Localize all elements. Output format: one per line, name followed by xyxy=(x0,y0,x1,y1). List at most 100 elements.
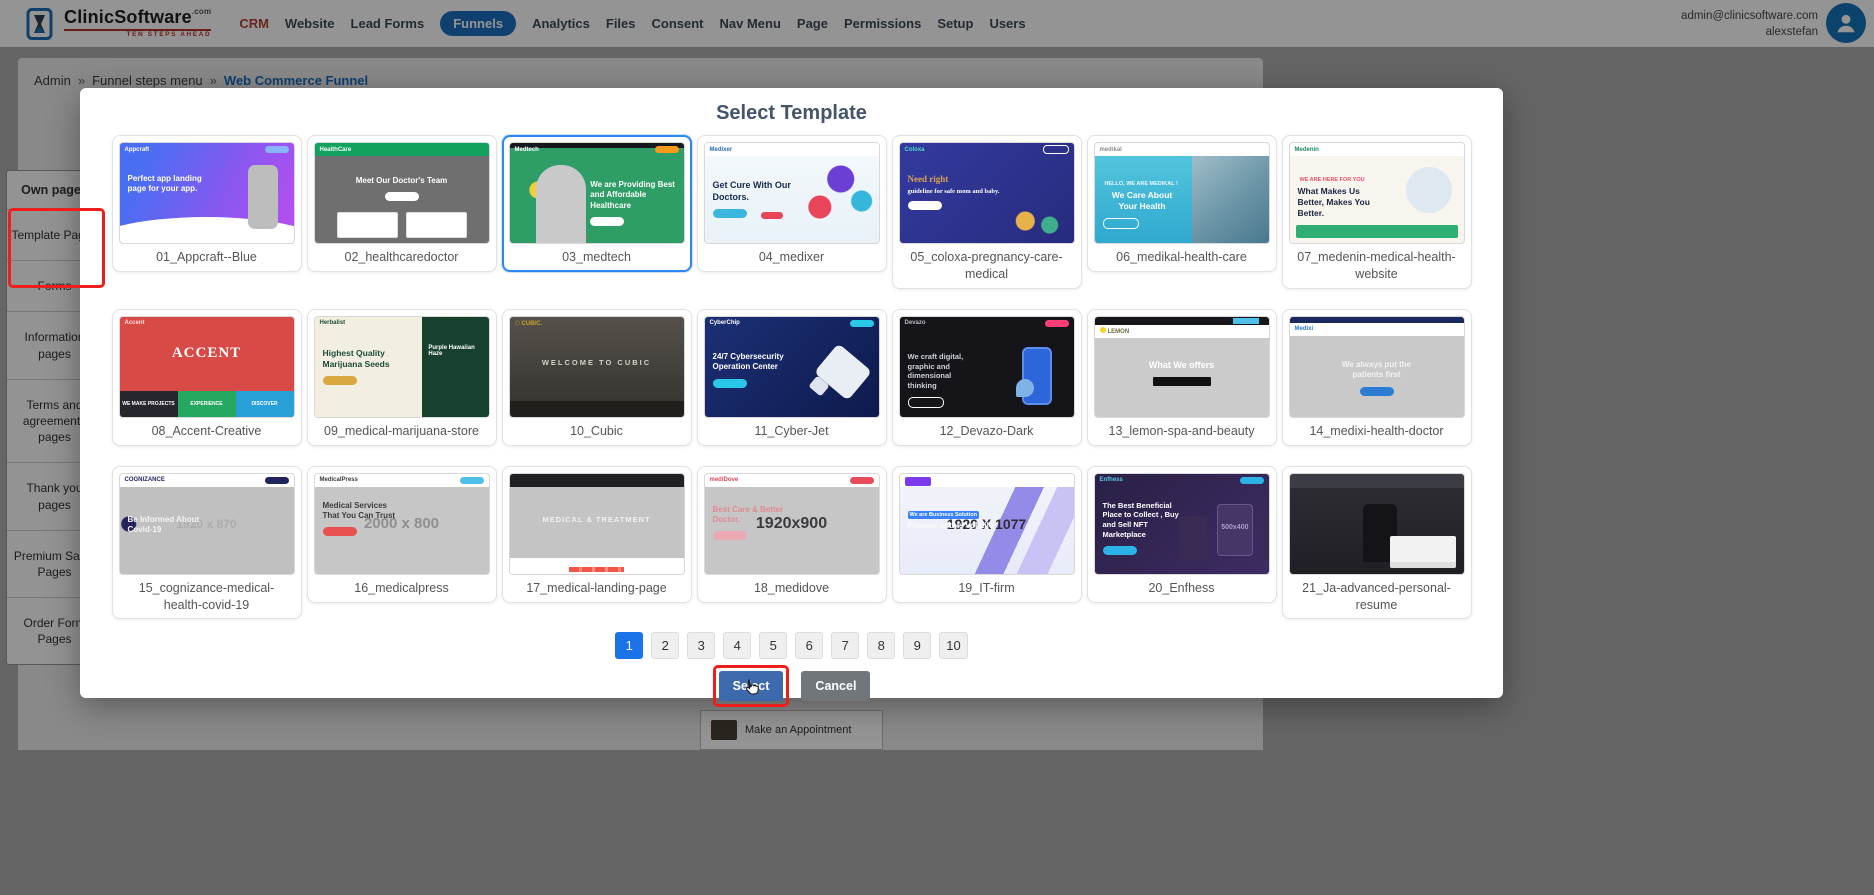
template-thumbnail: Medixi We always put the patients first xyxy=(1289,316,1465,418)
page-button-6[interactable]: 6 xyxy=(795,632,823,659)
cancel-button[interactable]: Cancel xyxy=(801,671,870,701)
page-button-2[interactable]: 2 xyxy=(651,632,679,659)
template-thumbnail: Appcraft Perfect app landing page for yo… xyxy=(119,142,295,244)
template-name: 05_coloxa-pregnancy-care-medical xyxy=(899,244,1075,286)
thumb-logo: medikal xyxy=(1100,147,1122,153)
template-name: 12_Devazo-Dark xyxy=(899,418,1075,443)
thumb-navbar: Devazo xyxy=(900,317,1074,330)
thumb-headline: Medical Services That You Can Trust xyxy=(323,501,399,522)
template-thumbnail: HealthCare Meet Our Doctor's Team xyxy=(314,142,490,244)
thumb-body: We craft digital, graphic and dimensiona… xyxy=(900,330,1074,408)
template-card-18-medidove[interactable]: mediDove Best Care & Better Doctor. 1920… xyxy=(697,466,887,603)
thumb-cta-button xyxy=(713,209,747,218)
page-button-7[interactable]: 7 xyxy=(831,632,859,659)
template-card-17-medical-landing-page[interactable]: MEDICAL & TREATMENT 17_medical-landing-p… xyxy=(502,466,692,603)
thumb-logo: Herbalist xyxy=(320,320,346,326)
thumb-cta-button xyxy=(908,201,942,210)
thumb-nav-button xyxy=(850,320,874,327)
template-thumbnail: We are Business Solution Prosper in this… xyxy=(899,473,1075,575)
template-card-20-enfhess[interactable]: Enfhess The Best Beneficial Place to Col… xyxy=(1087,466,1277,603)
page-button-9[interactable]: 9 xyxy=(903,632,931,659)
thumb-body: ACCENT xyxy=(120,330,294,364)
thumb-logo: CyberChip xyxy=(710,320,740,326)
template-card-19-it-firm[interactable]: We are Business Solution Prosper in this… xyxy=(892,466,1082,603)
template-card-11-cyber-jet[interactable]: CyberChip 24/7 Cybersecurity Operation C… xyxy=(697,309,887,446)
template-card-12-devazo-dark[interactable]: Devazo We craft digital, graphic and dim… xyxy=(892,309,1082,446)
thumb-headline: Get Cure With Our Doctors. xyxy=(713,180,792,203)
thumb-cta-button xyxy=(323,527,357,536)
thumb-navbar: COGNIZANCE xyxy=(120,474,294,487)
select-button[interactable]: Select xyxy=(719,671,784,701)
template-name: 06_medikal-health-care xyxy=(1094,244,1270,269)
template-card-21-ja-advanced-personal-resume[interactable]: 21_Ja-advanced-personal-resume xyxy=(1282,466,1472,620)
thumb-body: What We offers xyxy=(1095,338,1269,387)
template-name: 03_medtech xyxy=(509,244,685,269)
template-card-14-medixi-health-doctor[interactable]: Medixi We always put the patients first … xyxy=(1282,309,1472,446)
template-card-10-cubic[interactable]: ⬡ CUBIC. WELCOME TO CUBIC 10_Cubic xyxy=(502,309,692,446)
template-card-13-lemon-spa-and-beauty[interactable]: LEMON What We offers 13_lemon-spa-and-be… xyxy=(1087,309,1277,446)
template-card-01-appcraft-blue[interactable]: Appcraft Perfect app landing page for yo… xyxy=(112,135,302,272)
select-template-modal: Select Template Appcraft Perfect app lan… xyxy=(80,88,1503,698)
thumb-navbar: LEMON xyxy=(1095,325,1269,338)
thumb-block: DISCOVER xyxy=(236,391,294,417)
thumb-cta-button xyxy=(1360,387,1394,396)
modal-title: Select Template xyxy=(80,102,1503,125)
thumb-block xyxy=(406,212,467,238)
thumb-logo: Devazo xyxy=(905,320,926,326)
template-thumbnail: LEMON What We offers xyxy=(1094,316,1270,418)
thumb-logo: Medixi xyxy=(1295,326,1314,332)
template-card-05-coloxa-pregnancy-care-medical[interactable]: Coloxa Need right guideline for safe mom… xyxy=(892,135,1082,289)
page-button-4[interactable]: 4 xyxy=(723,632,751,659)
template-card-04-medixer[interactable]: Medixer Get Cure With Our Doctors. 04_me… xyxy=(697,135,887,272)
template-name: 07_medenin-medical-health-website xyxy=(1289,244,1465,286)
thumb-navbar: ⬡ CUBIC. xyxy=(510,317,684,330)
select-button-highlight: Select xyxy=(713,665,790,707)
thumb-blocks: WE MAKE PROJECTSEXPERIENCEDISCOVER xyxy=(120,391,294,417)
thumb-body: WELCOME TO CUBIC xyxy=(510,330,684,368)
thumb-headline: The Best Beneficial Place to Collect , B… xyxy=(1103,501,1185,540)
template-thumbnail xyxy=(1289,473,1465,575)
template-card-07-medenin-medical-health-website[interactable]: Medenin WE ARE HERE FOR YOU What Makes U… xyxy=(1282,135,1472,289)
page-button-5[interactable]: 5 xyxy=(759,632,787,659)
template-card-15-cognizance-medical-health-covid-19[interactable]: COGNIZANCE Be Informed About Covid-19 19… xyxy=(112,466,302,620)
thumb-body: Get Cure With Our Doctors. xyxy=(705,156,879,218)
thumb-cta-button xyxy=(323,376,357,385)
thumb-logo: mediDove xyxy=(710,477,739,483)
thumb-body: WE ARE HERE FOR YOU What Makes Us Better… xyxy=(1290,156,1464,219)
template-name: 20_Enfhess xyxy=(1094,575,1270,600)
thumb-navbar: Coloxa xyxy=(900,143,1074,156)
template-card-16-medicalpress[interactable]: MedicalPress Medical Services That You C… xyxy=(307,466,497,603)
thumb-headline: We craft digital, graphic and dimensiona… xyxy=(908,352,981,391)
template-thumbnail: CyberChip 24/7 Cybersecurity Operation C… xyxy=(704,316,880,418)
template-card-09-medical-marijuana-store[interactable]: Herbalist Highest Quality Marijuana Seed… xyxy=(307,309,497,446)
thumb-cta-button xyxy=(713,531,747,540)
modal-actions: Select Cancel xyxy=(80,665,1503,707)
template-thumbnail: ⬡ CUBIC. WELCOME TO CUBIC xyxy=(509,316,685,418)
page-button-3[interactable]: 3 xyxy=(687,632,715,659)
thumb-cta-button xyxy=(1153,377,1211,386)
template-card-03-medtech[interactable]: Medtech We are Providing Best and Afford… xyxy=(502,135,692,272)
template-name: 10_Cubic xyxy=(509,418,685,443)
page-button-1[interactable]: 1 xyxy=(615,632,643,659)
thumb-nav-button xyxy=(655,146,679,153)
template-name: 13_lemon-spa-and-beauty xyxy=(1094,418,1270,443)
template-card-08-accent-creative[interactable]: Accent ACCENT WE MAKE PROJECTSEXPERIENCE… xyxy=(112,309,302,446)
thumb-headline: 24/7 Cybersecurity Operation Center xyxy=(713,352,800,373)
thumb-navbar: mediDove xyxy=(705,474,879,487)
template-name: 18_medidove xyxy=(704,575,880,600)
page-button-8[interactable]: 8 xyxy=(867,632,895,659)
thumb-logo: Appcraft xyxy=(125,147,150,153)
template-card-02-healthcaredoctor[interactable]: HealthCare Meet Our Doctor's Team 02_hea… xyxy=(307,135,497,272)
template-thumbnail: Devazo We craft digital, graphic and dim… xyxy=(899,316,1075,418)
thumb-cta-button xyxy=(385,192,419,201)
page-button-10[interactable]: 10 xyxy=(939,632,967,659)
template-card-06-medikal-health-care[interactable]: medikal HELLO, WE ARE MEDIKAL ! We Care … xyxy=(1087,135,1277,272)
thumb-subtext: guideline for safe mom and baby. xyxy=(908,188,1066,195)
thumb-logo: Coloxa xyxy=(905,147,925,153)
thumb-nav-button xyxy=(1043,145,1069,154)
thumb-nav-button xyxy=(265,477,289,484)
thumb-eyebrow: WE ARE HERE FOR YOU xyxy=(1298,176,1367,184)
thumb-headline: Prosper in this volatile xyxy=(908,521,1066,531)
thumb-eyebrow: HELLO, WE ARE MEDIKAL ! xyxy=(1103,180,1180,188)
template-thumbnail: Medtech We are Providing Best and Afford… xyxy=(509,142,685,244)
